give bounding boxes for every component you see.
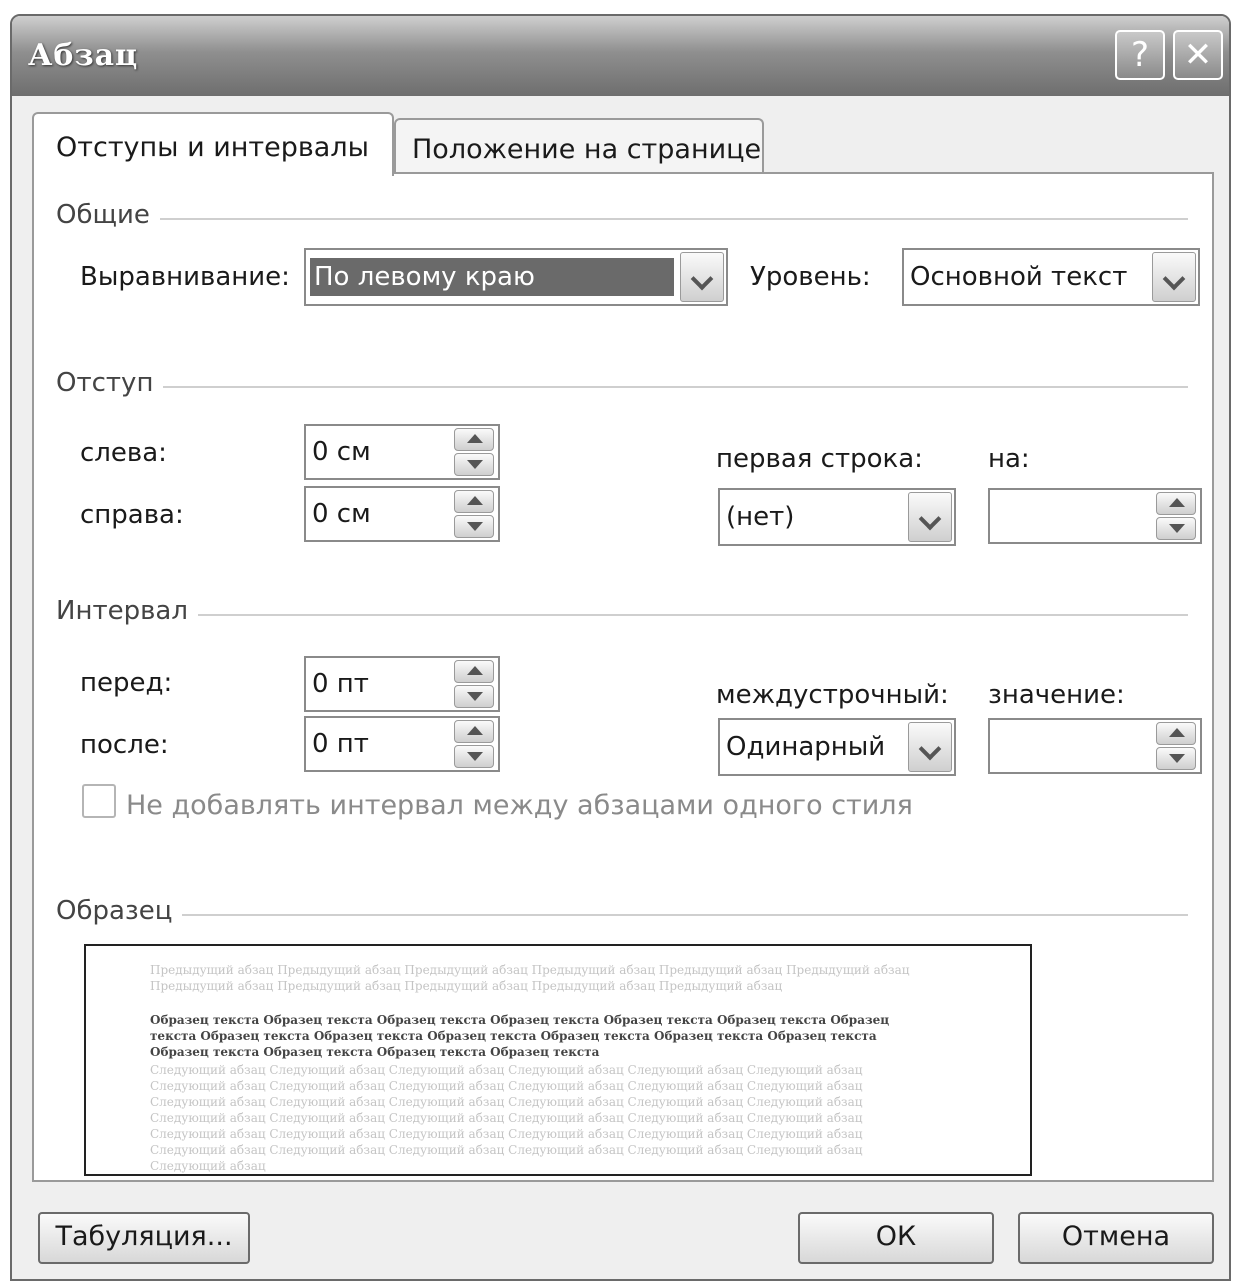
spin-up-icon[interactable] bbox=[454, 720, 494, 743]
indent-group-label: Отступ bbox=[56, 368, 164, 398]
spin-buttons bbox=[454, 490, 494, 538]
line-spacing-label: междустрочный: bbox=[716, 680, 949, 710]
divider bbox=[56, 386, 1188, 388]
divider bbox=[56, 914, 1188, 916]
indent-left-spinner[interactable]: 0 см bbox=[304, 424, 500, 480]
spin-up-icon[interactable] bbox=[454, 660, 494, 683]
no-space-checkbox-label[interactable]: Не добавлять интервал между абзацами одн… bbox=[126, 790, 913, 821]
indent-left-label: слева: bbox=[80, 438, 167, 468]
first-line-by-label: на: bbox=[988, 444, 1030, 474]
spin-buttons bbox=[1156, 722, 1196, 770]
line-spacing-at-spinner[interactable] bbox=[988, 718, 1202, 774]
first-line-select[interactable]: (нет) bbox=[718, 488, 956, 546]
dialog-title: Абзац bbox=[28, 38, 139, 73]
spacing-before-value: 0 пт bbox=[312, 669, 369, 699]
chevron-down-icon[interactable] bbox=[908, 492, 952, 542]
alignment-select[interactable]: По левому краю bbox=[304, 248, 728, 306]
level-label: Уровень: bbox=[750, 262, 871, 292]
spin-buttons bbox=[454, 660, 494, 708]
spacing-before-spinner[interactable]: 0 пт bbox=[304, 656, 500, 712]
no-space-checkbox[interactable] bbox=[82, 784, 116, 818]
divider bbox=[56, 614, 1188, 616]
indent-left-value: 0 см bbox=[312, 437, 371, 467]
line-spacing-at-label: значение: bbox=[988, 680, 1125, 710]
spacing-after-value: 0 пт bbox=[312, 729, 369, 759]
help-button[interactable]: ? bbox=[1115, 30, 1165, 80]
alignment-label: Выравнивание: bbox=[80, 262, 290, 292]
spin-up-icon[interactable] bbox=[454, 490, 494, 513]
ok-button[interactable]: ОК bbox=[798, 1212, 994, 1264]
spin-up-icon[interactable] bbox=[454, 428, 494, 451]
preview-previous-paragraph: Предыдущий абзац Предыдущий абзац Предыд… bbox=[150, 963, 910, 993]
level-value: Основной текст bbox=[910, 262, 1128, 292]
level-select[interactable]: Основной текст bbox=[902, 248, 1200, 306]
spin-down-icon[interactable] bbox=[454, 453, 494, 476]
general-group-label: Общие bbox=[56, 200, 160, 230]
indent-right-value: 0 см bbox=[312, 499, 371, 529]
first-line-value: (нет) bbox=[726, 502, 795, 532]
tab-line-and-page-breaks[interactable]: Положение на странице bbox=[394, 118, 764, 172]
line-spacing-select[interactable]: Одинарный bbox=[718, 718, 956, 776]
indent-right-label: справа: bbox=[80, 500, 184, 530]
spacing-after-spinner[interactable]: 0 пт bbox=[304, 716, 500, 772]
close-button[interactable]: ✕ bbox=[1173, 30, 1223, 80]
preview-box: Предыдущий абзац Предыдущий абзац Предыд… bbox=[84, 944, 1032, 1176]
line-spacing-value: Одинарный bbox=[726, 732, 886, 762]
spin-down-icon[interactable] bbox=[454, 745, 494, 768]
title-bar[interactable]: Абзац ? ✕ bbox=[12, 16, 1229, 96]
first-line-label: первая строка: bbox=[716, 444, 923, 474]
spin-buttons bbox=[1156, 492, 1196, 540]
chevron-down-icon[interactable] bbox=[1152, 252, 1196, 302]
spin-up-icon[interactable] bbox=[1156, 492, 1196, 515]
chevron-down-icon[interactable] bbox=[908, 722, 952, 772]
spacing-before-label: перед: bbox=[80, 668, 173, 698]
divider bbox=[56, 218, 1188, 220]
chevron-down-icon[interactable] bbox=[680, 252, 724, 302]
cancel-button[interactable]: Отмена bbox=[1018, 1212, 1214, 1264]
spin-down-icon[interactable] bbox=[1156, 747, 1196, 770]
tab-indents-and-spacing[interactable]: Отступы и интервалы bbox=[32, 112, 394, 176]
preview-group-label: Образец bbox=[56, 896, 183, 926]
indent-right-spinner[interactable]: 0 см bbox=[304, 486, 500, 542]
spacing-after-label: после: bbox=[80, 730, 169, 760]
spin-down-icon[interactable] bbox=[454, 685, 494, 708]
preview-sample-paragraph: Образец текста Образец текста Образец те… bbox=[150, 1013, 890, 1059]
tab-panel: Общие Выравнивание: По левому краю Урове… bbox=[32, 172, 1214, 1182]
spin-down-icon[interactable] bbox=[454, 515, 494, 538]
preview-next-paragraph: Следующий абзац Следующий абзац Следующи… bbox=[150, 1063, 863, 1173]
spin-buttons bbox=[454, 720, 494, 768]
spin-up-icon[interactable] bbox=[1156, 722, 1196, 745]
alignment-value: По левому краю bbox=[310, 258, 674, 296]
spacing-group-label: Интервал bbox=[56, 596, 198, 626]
tabs-button[interactable]: Табуляция... bbox=[38, 1212, 250, 1264]
first-line-by-spinner[interactable] bbox=[988, 488, 1202, 544]
spin-down-icon[interactable] bbox=[1156, 517, 1196, 540]
spin-buttons bbox=[454, 428, 494, 476]
paragraph-dialog: Абзац ? ✕ Отступы и интервалы Положение … bbox=[10, 14, 1231, 1281]
